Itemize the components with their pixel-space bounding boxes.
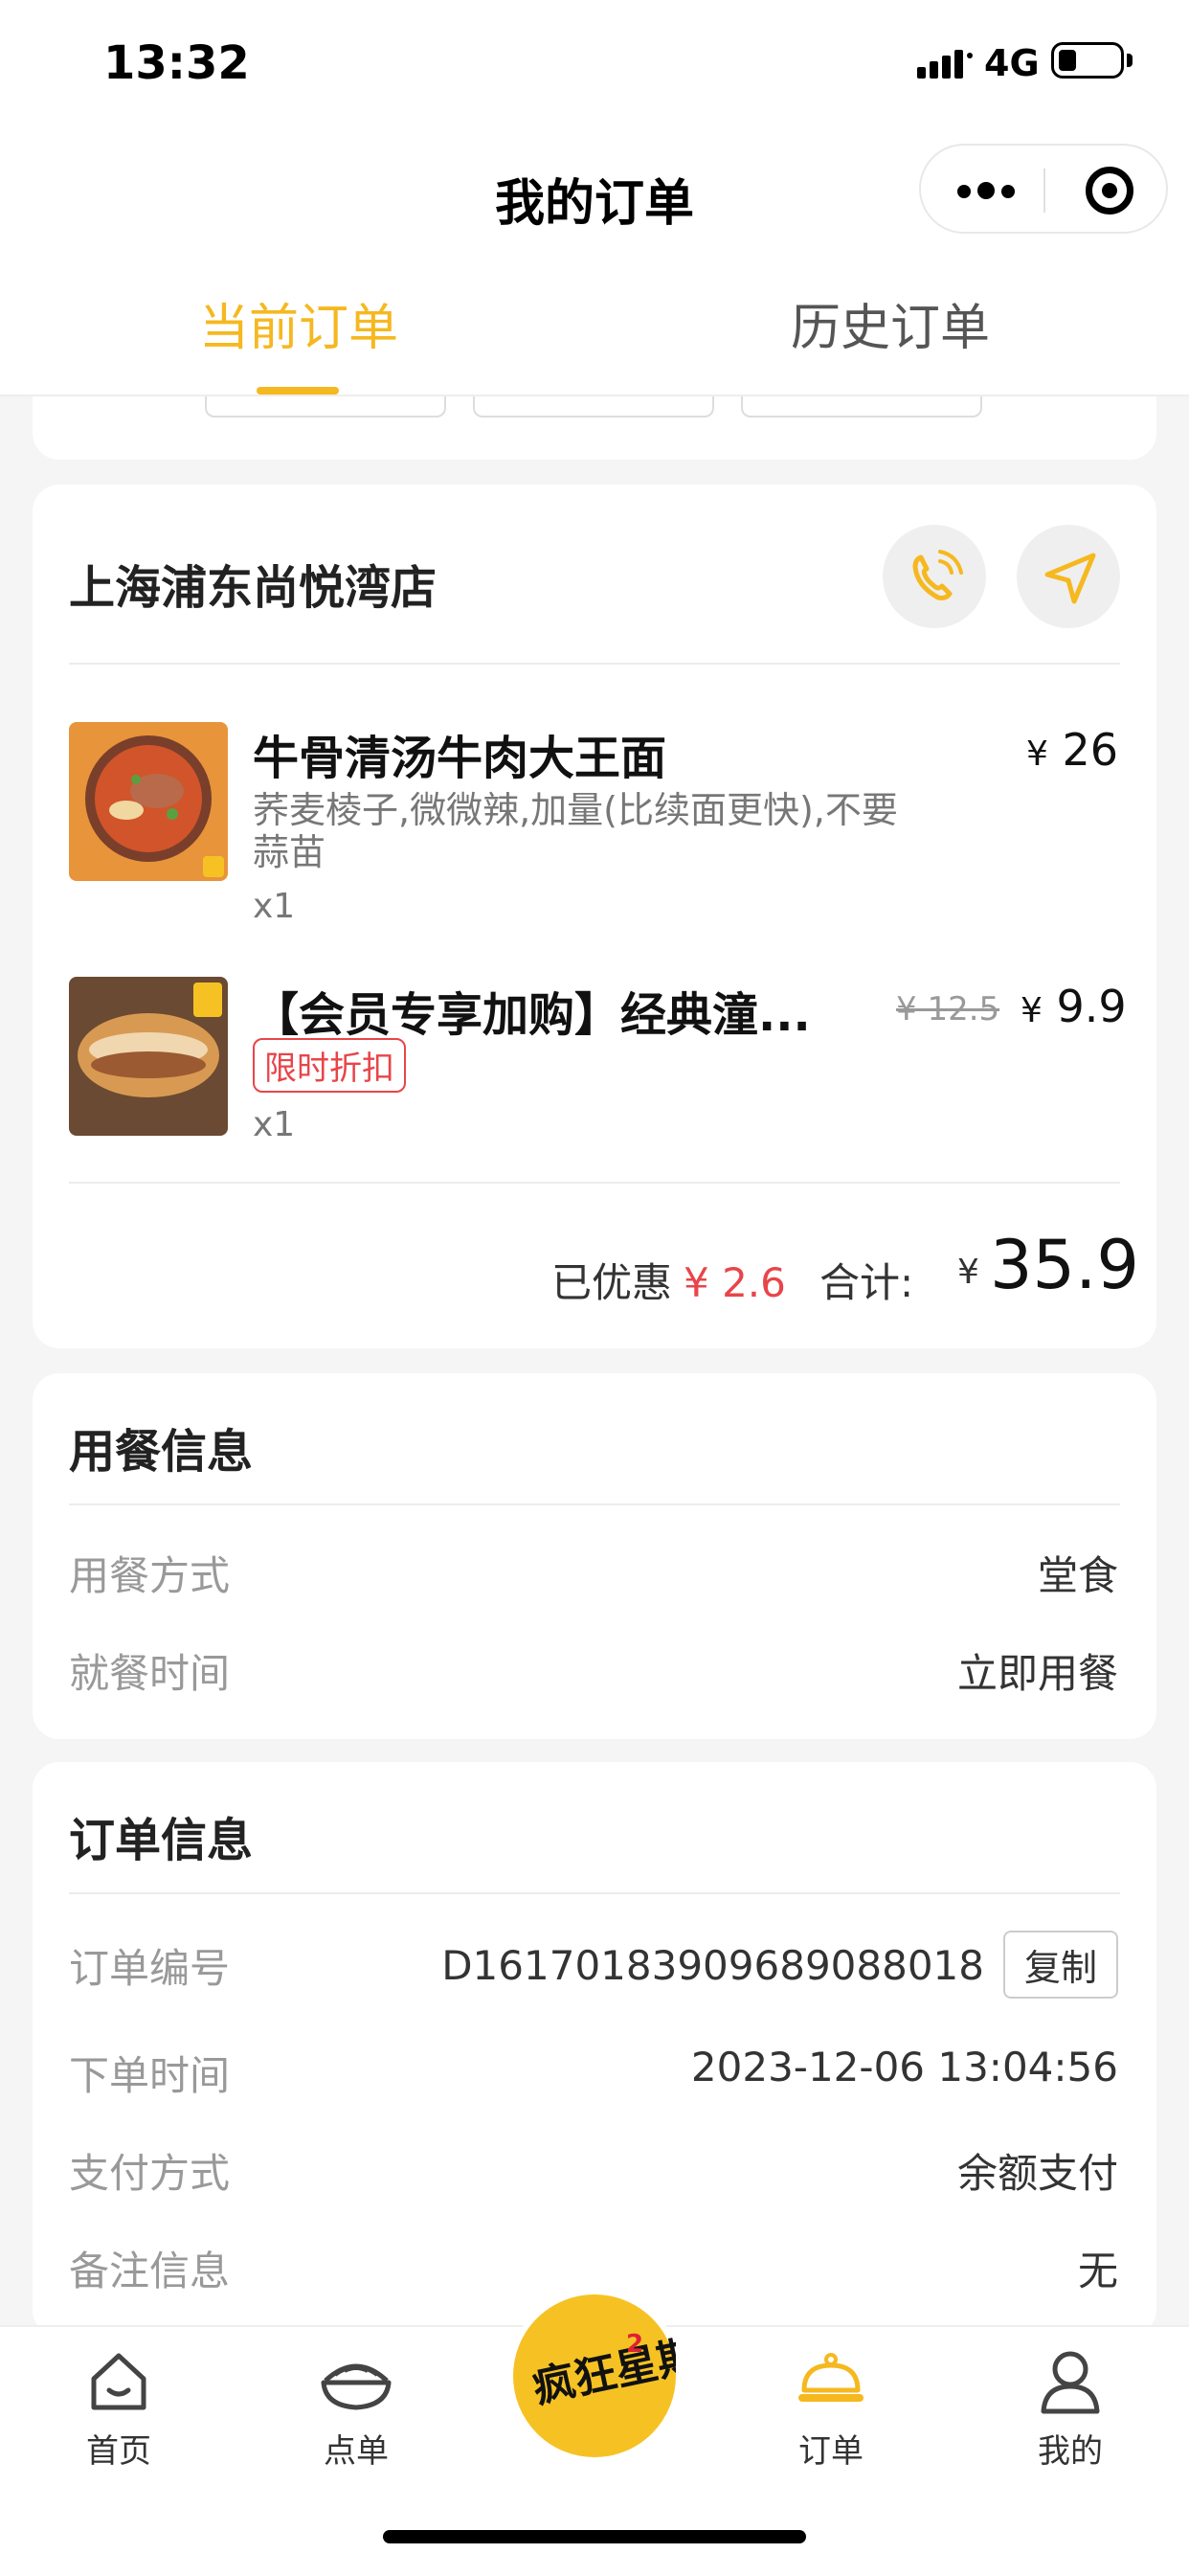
brand-logo-icon: 疯狂星期 2: [528, 2330, 704, 2413]
divider: [69, 1892, 1120, 1894]
status-action-button[interactable]: [473, 396, 714, 418]
active-tab-underline: [257, 387, 339, 395]
item-spec: 荞麦棱子,微微辣,加量(比续面更快),不要: [253, 789, 898, 831]
item-name: 牛骨清汤牛肉大王面: [253, 732, 667, 785]
tab-current-orders[interactable]: 当前订单: [199, 287, 398, 359]
battery-tip: [1127, 54, 1133, 67]
item-quantity: x1: [253, 1105, 296, 1144]
status-action-button[interactable]: [205, 396, 446, 418]
miniapp-capsule: [919, 144, 1168, 234]
discount-summary: 已优惠 ¥ 2.6: [551, 1251, 786, 1309]
tabbar-item-menu[interactable]: 点单: [270, 2346, 442, 2472]
tabbar-item-home[interactable]: 首页: [33, 2346, 205, 2472]
total-currency: ¥: [957, 1253, 979, 1292]
dining-method-value: 堂食: [1037, 1552, 1118, 1599]
remark-value: 无: [1077, 2248, 1118, 2294]
battery-icon: [1051, 42, 1124, 79]
dining-time-value: 立即用餐: [956, 1650, 1118, 1697]
tabbar-label: 我的: [1038, 2432, 1103, 2471]
item-image-roujiamo: [69, 977, 228, 1136]
noodle-bowl-icon: [321, 2363, 392, 2410]
cloche-icon: [798, 2353, 864, 2402]
remark-label: 备注信息: [69, 2248, 231, 2294]
status-time: 13:32: [103, 36, 250, 90]
order-info-title: 订单信息: [69, 1814, 254, 1867]
close-miniapp-icon[interactable]: [1086, 167, 1133, 215]
tab-history-orders[interactable]: 历史订单: [791, 287, 990, 359]
svg-text:2: 2: [626, 2330, 643, 2359]
order-time-label: 下单时间: [69, 2052, 231, 2099]
discount-label: 已优惠: [551, 1259, 673, 1306]
order-number-value: D16170183909689088018: [441, 1942, 984, 1989]
more-icon[interactable]: [957, 182, 1021, 202]
call-store-button[interactable]: [883, 525, 986, 628]
discount-value: ¥ 2.6: [684, 1259, 786, 1306]
copy-order-number-button[interactable]: 复制: [1002, 1931, 1118, 1999]
item-quantity: x1: [253, 887, 296, 926]
dining-method-label: 用餐方式: [69, 1552, 231, 1599]
tabbar-label: 点单: [324, 2432, 389, 2471]
order-time-value: 2023-12-06 13:04:56: [690, 2044, 1118, 2090]
home-icon: [91, 2353, 146, 2410]
status-action-button[interactable]: [741, 396, 982, 418]
total-amount: 35.9: [990, 1226, 1139, 1304]
divider: [69, 1503, 1120, 1505]
item-name: 【会员专享加购】经典潼...: [253, 988, 811, 1042]
navigation-arrow-icon: [1044, 553, 1096, 604]
store-name: 上海浦东尚悦湾店: [69, 561, 437, 615]
center-logo-button[interactable]: 疯狂星期 2: [507, 2289, 704, 2463]
dining-info-title: 用餐信息: [69, 1425, 254, 1479]
total-label: 合计:: [819, 1259, 914, 1306]
tabbar-item-profile[interactable]: 我的: [984, 2346, 1156, 2472]
capsule-divider: [1043, 169, 1045, 213]
dining-time-label: 就餐时间: [69, 1650, 231, 1697]
tabbar-label: 首页: [86, 2432, 151, 2471]
navigate-store-button[interactable]: [1017, 525, 1120, 628]
user-icon: [1041, 2351, 1100, 2414]
divider: [69, 663, 1120, 665]
divider: [69, 1182, 1120, 1184]
tabbar-label: 订单: [798, 2432, 864, 2471]
order-number-label: 订单编号: [69, 1945, 231, 1992]
svg-text:疯狂星期: 疯狂星期: [528, 2330, 676, 2412]
home-indicator: [383, 2530, 806, 2543]
phone-icon: [912, 550, 963, 600]
signal-icon: [917, 50, 973, 79]
tabbar-item-orders[interactable]: 订单: [745, 2346, 917, 2472]
item-image-beef-noodle: [69, 722, 228, 881]
limited-discount-tag: 限时折扣: [253, 1038, 406, 1093]
order-tabs: [0, 268, 1189, 396]
item-original-price: ¥ 12.5: [896, 990, 1000, 1028]
payment-method-label: 支付方式: [69, 2150, 231, 2197]
item-price: ¥ 26: [1026, 724, 1119, 776]
network-label: 4G: [984, 42, 1040, 84]
payment-method-value: 余额支付: [956, 2150, 1118, 2197]
item-spec: 蒜苗: [253, 831, 326, 873]
item-price: ¥ 9.9: [1021, 981, 1127, 1032]
